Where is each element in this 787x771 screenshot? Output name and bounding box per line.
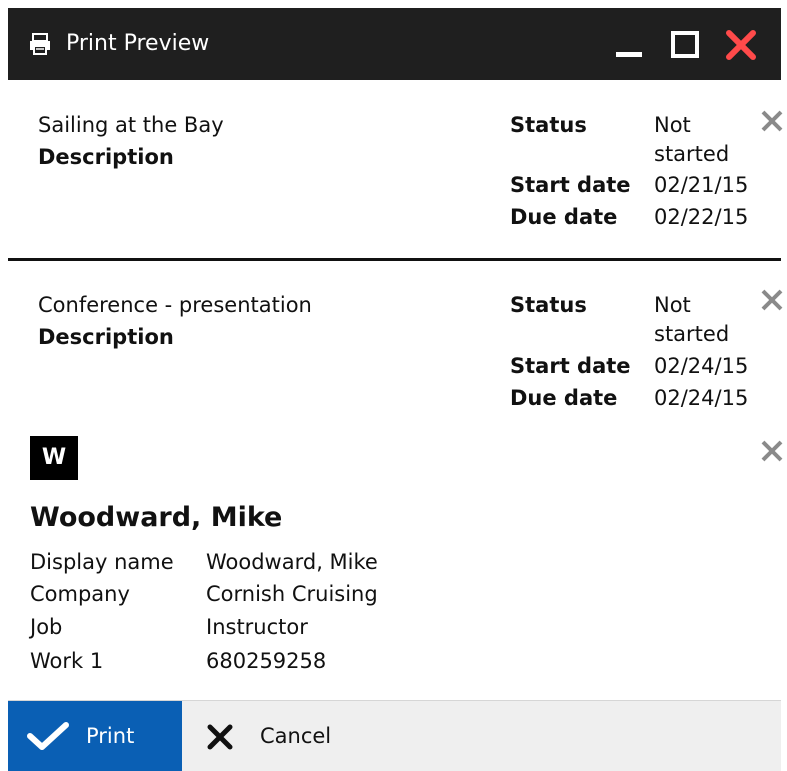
window-title: Print Preview [66,31,210,56]
status-value-line2: started [654,322,730,346]
status-value-line1: Not [654,113,691,137]
print-label: Print [86,724,135,748]
due-date-label: Due date [510,386,618,410]
remove-icon[interactable] [759,108,785,134]
maximize-icon[interactable] [668,28,702,62]
due-date-value: 02/22/15 [654,205,749,229]
task-title: Sailing at the Bay [38,113,224,137]
start-date-label: Start date [510,354,631,378]
field-label: Job [30,615,63,639]
field-value: 680259258 [206,649,327,673]
field-value: Cornish Cruising [206,582,378,606]
start-date-value: 02/24/15 [654,354,749,378]
title-bar: Print Preview [8,8,781,80]
field-value: Woodward, Mike [206,550,378,574]
minimize-icon[interactable] [612,28,646,62]
task-card: Conference - presentation Description St… [8,261,783,421]
task-title: Conference - presentation [38,293,312,317]
checkmark-icon [27,722,69,750]
close-icon[interactable] [724,28,758,62]
field-label: Display name [30,550,174,574]
remove-icon[interactable] [759,287,785,313]
action-bar: Print Cancel [8,700,781,771]
field-label: Work 1 [30,649,104,673]
due-date-label: Due date [510,205,618,229]
field-value: Instructor [206,615,308,639]
task-card: Sailing at the Bay Description Status No… [8,80,783,258]
avatar: W [30,436,78,480]
status-label: Status [510,113,587,137]
printer-icon [30,33,50,55]
status-value-line2: started [654,142,730,166]
start-date-label: Start date [510,173,631,197]
description-label: Description [38,325,174,349]
field-label: Company [30,582,130,606]
status-value-line1: Not [654,293,691,317]
contact-name: Woodward, Mike [30,502,283,533]
cancel-label: Cancel [260,724,332,748]
print-button[interactable]: Print [8,701,182,771]
status-label: Status [510,293,587,317]
close-icon [207,724,233,750]
description-label: Description [38,145,174,169]
cancel-button[interactable]: Cancel [182,701,402,771]
due-date-value: 02/24/15 [654,386,749,410]
start-date-value: 02/21/15 [654,173,749,197]
remove-icon[interactable] [759,438,785,464]
